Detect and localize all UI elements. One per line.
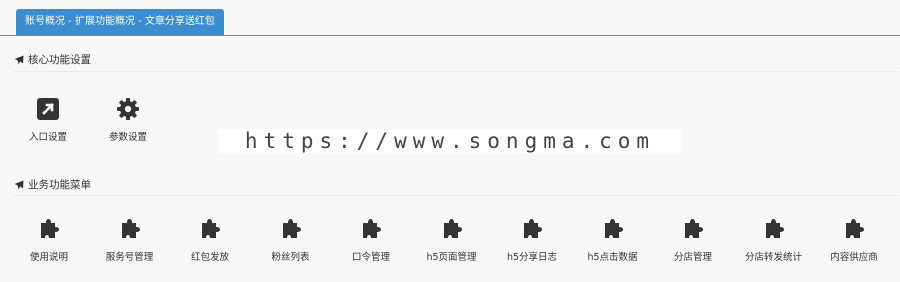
tile-label: h5分享日志 [506,252,558,263]
gear-icon [117,98,139,120]
tile-label: 口令管理 [351,252,390,263]
plane-icon [14,55,24,64]
tab-account-overview[interactable]: 账号概况 - 扩展功能概况 - 文章分享送红包 [16,9,224,35]
tile-entry-settings[interactable]: 入口设置 [13,97,83,143]
tile-fans-list[interactable]: 粉丝列表 [256,217,326,263]
tile-label: 参数设置 [108,132,147,143]
tile-usage-guide[interactable]: 使用说明 [14,217,84,263]
puzzle-icon [41,219,59,238]
puzzle-icon [604,219,623,238]
tile-password[interactable]: 口令管理 [336,217,406,263]
tile-h5-click-data[interactable]: h5点击数据 [578,217,648,263]
tile-h5-pages[interactable]: h5页面管理 [417,217,487,263]
watermark-text: https://www.songma.com [218,129,682,153]
section-title-text: 核心功能设置 [28,54,91,66]
puzzle-icon [685,219,703,238]
divider [14,195,898,196]
tab-bar: 账号概况 - 扩展功能概况 - 文章分享送红包 [0,0,900,36]
tile-branch[interactable]: 分店管理 [658,217,728,263]
puzzle-icon [282,219,301,238]
puzzle-icon [121,219,140,238]
tile-label: h5点击数据 [587,252,638,263]
tile-label: 使用说明 [29,252,68,263]
tile-param-settings[interactable]: 参数设置 [93,97,163,143]
tile-label: 入口设置 [28,132,67,143]
tile-service-account[interactable]: 服务号管理 [95,217,165,263]
puzzle-icon [443,219,462,238]
puzzle-icon [202,219,220,238]
tile-label: 服务号管理 [105,252,154,263]
tile-h5-share-log[interactable]: h5分享日志 [497,217,567,263]
puzzle-icon [846,219,864,238]
plane-icon [14,180,24,189]
section-title-text: 业务功能菜单 [28,179,91,191]
tile-label: 粉丝列表 [271,252,310,263]
puzzle-icon [765,219,784,238]
puzzle-icon [363,219,381,238]
tile-label: 内容供应商 [830,252,878,263]
tile-label: 分店管理 [673,252,712,263]
tile-content-provider[interactable]: 内容供应商 [819,217,889,263]
section-title-business: 业务功能菜单 [14,177,91,192]
tile-label: 红包发放 [190,252,229,263]
section-title-core: 核心功能设置 [14,52,91,67]
puzzle-icon [524,219,542,238]
external-link-icon [37,98,59,120]
tile-label: 分店转发统计 [744,252,802,263]
tile-red-packet[interactable]: 红包发放 [175,217,245,263]
divider [14,71,898,72]
tile-label: h5页面管理 [426,252,477,263]
tile-branch-stats[interactable]: 分店转发统计 [739,217,809,263]
